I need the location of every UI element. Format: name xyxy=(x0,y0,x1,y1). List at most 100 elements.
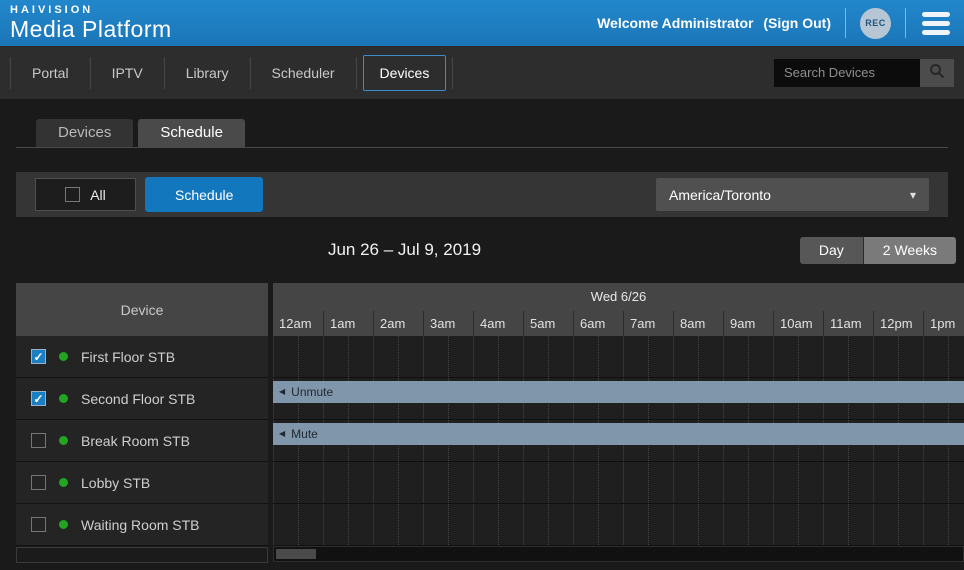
grid-cell[interactable] xyxy=(373,504,423,545)
grid-cell[interactable] xyxy=(673,462,723,503)
grid-cell[interactable] xyxy=(923,462,964,503)
app-header: HAIVISION Media Platform Welcome Adminis… xyxy=(0,0,964,46)
tab-schedule[interactable]: Schedule xyxy=(138,119,245,147)
device-checkbox[interactable] xyxy=(31,475,46,490)
device-name: Second Floor STB xyxy=(81,391,195,407)
nav-item-portal[interactable]: Portal xyxy=(11,56,90,90)
grid-cell[interactable] xyxy=(473,504,523,545)
grid-cell[interactable] xyxy=(623,336,673,377)
nav-item-library[interactable]: Library xyxy=(165,56,250,90)
timezone-select[interactable]: America/Toronto ▾ xyxy=(656,178,929,211)
tab-devices[interactable]: Devices xyxy=(36,119,133,147)
schedule-grid: Wed 6/26 12am1am2am3am4am5am6am7am8am9am… xyxy=(273,283,964,563)
continues-left-icon: ◀ xyxy=(279,388,285,396)
schedule-toolbar: All Schedule America/Toronto ▾ xyxy=(16,172,948,217)
sub-tabs: Devices Schedule xyxy=(16,119,948,148)
select-all-label: All xyxy=(90,187,106,203)
scrollbar-thumb[interactable] xyxy=(276,549,316,559)
select-all-checkbox[interactable] xyxy=(65,187,80,202)
grid-cell[interactable] xyxy=(723,504,773,545)
grid-cell[interactable] xyxy=(773,462,823,503)
device-row[interactable]: Waiting Room STB xyxy=(16,504,268,546)
grid-cell[interactable] xyxy=(923,336,964,377)
device-checkbox[interactable] xyxy=(31,433,46,448)
nav-item-devices[interactable]: Devices xyxy=(363,55,447,91)
grid-cell[interactable] xyxy=(723,336,773,377)
grid-cell[interactable] xyxy=(523,462,573,503)
schedule-grid-row: ◀ xyxy=(273,336,964,378)
schedule-button[interactable]: Schedule xyxy=(145,177,263,212)
device-name: Lobby STB xyxy=(81,475,150,491)
grid-cell[interactable] xyxy=(623,462,673,503)
header-divider xyxy=(905,8,906,38)
grid-cell[interactable] xyxy=(573,462,623,503)
hour-label: 10am xyxy=(773,311,823,336)
grid-cell[interactable] xyxy=(323,504,373,545)
hour-label: 3am xyxy=(423,311,473,336)
online-status-icon xyxy=(59,520,68,529)
rec-button[interactable]: REC xyxy=(860,8,891,39)
grid-cell[interactable] xyxy=(373,336,423,377)
device-row[interactable]: ✓ First Floor STB xyxy=(16,336,268,378)
grid-cell[interactable] xyxy=(523,336,573,377)
grid-cell[interactable] xyxy=(573,504,623,545)
device-checkbox[interactable]: ✓ xyxy=(31,391,46,406)
date-range-title: Jun 26 – Jul 9, 2019 xyxy=(16,240,793,260)
device-column: Device ✓ First Floor STB ✓ Second Floor … xyxy=(16,283,268,563)
event-label: Mute xyxy=(291,427,318,441)
horizontal-scrollbar[interactable] xyxy=(273,546,964,562)
select-all-toggle[interactable]: All xyxy=(35,178,136,211)
hour-header-row: 12am1am2am3am4am5am6am7am8am9am10am11am1… xyxy=(273,311,964,336)
grid-cell[interactable] xyxy=(873,504,923,545)
grid-cell[interactable] xyxy=(673,336,723,377)
nav-divider xyxy=(356,57,357,89)
grid-cell[interactable] xyxy=(373,462,423,503)
hour-label: 6am xyxy=(573,311,623,336)
search-input[interactable] xyxy=(774,59,920,87)
grid-cell[interactable] xyxy=(273,504,323,545)
view-button-2weeks[interactable]: 2 Weeks xyxy=(864,237,956,264)
grid-cell[interactable] xyxy=(623,504,673,545)
search-button[interactable] xyxy=(920,59,954,87)
online-status-icon xyxy=(59,436,68,445)
grid-cell[interactable] xyxy=(873,462,923,503)
grid-cell[interactable] xyxy=(573,336,623,377)
grid-cell[interactable] xyxy=(423,336,473,377)
grid-cell[interactable] xyxy=(323,336,373,377)
hour-label: 7am xyxy=(623,311,673,336)
grid-cell[interactable] xyxy=(823,504,873,545)
grid-cell[interactable] xyxy=(823,336,873,377)
grid-cell[interactable] xyxy=(823,462,873,503)
grid-cell[interactable] xyxy=(923,504,964,545)
schedule-grid-row: ◀ xyxy=(273,504,964,546)
grid-cell[interactable] xyxy=(473,336,523,377)
grid-cell[interactable] xyxy=(273,462,323,503)
hour-label: 12pm xyxy=(873,311,923,336)
grid-cell[interactable] xyxy=(423,462,473,503)
search-icon xyxy=(929,63,945,82)
device-row[interactable]: ✓ Second Floor STB xyxy=(16,378,268,420)
grid-cell[interactable] xyxy=(273,336,323,377)
view-button-day[interactable]: Day xyxy=(800,237,864,264)
grid-cell[interactable] xyxy=(723,462,773,503)
brand-line1: HAIVISION xyxy=(10,5,172,16)
device-row[interactable]: Lobby STB xyxy=(16,462,268,504)
schedule-event-bar[interactable]: ◀ Mute xyxy=(273,423,964,445)
grid-cell[interactable] xyxy=(473,462,523,503)
nav-item-iptv[interactable]: IPTV xyxy=(91,56,164,90)
grid-cell[interactable] xyxy=(523,504,573,545)
grid-cell[interactable] xyxy=(773,336,823,377)
schedule-event-bar[interactable]: ◀ Unmute xyxy=(273,381,964,403)
grid-cell[interactable] xyxy=(423,504,473,545)
device-checkbox[interactable] xyxy=(31,517,46,532)
nav-item-scheduler[interactable]: Scheduler xyxy=(251,56,356,90)
grid-cell[interactable] xyxy=(773,504,823,545)
grid-cell[interactable] xyxy=(673,504,723,545)
device-row[interactable]: Break Room STB xyxy=(16,420,268,462)
grid-cell[interactable] xyxy=(873,336,923,377)
device-checkbox[interactable]: ✓ xyxy=(31,349,46,364)
grid-cell[interactable] xyxy=(323,462,373,503)
hamburger-menu-icon[interactable] xyxy=(920,10,952,37)
schedule-grid-row: ◀ xyxy=(273,462,964,504)
sign-out-link[interactable]: (Sign Out) xyxy=(763,15,831,31)
